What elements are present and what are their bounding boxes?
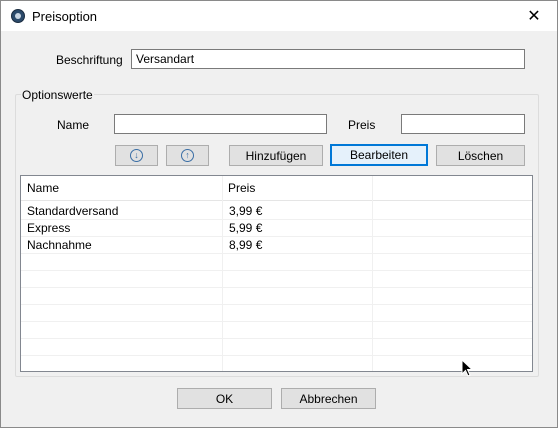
arrow-up-circle-icon: ↑ — [181, 149, 194, 162]
window-title: Preisoption — [32, 9, 98, 24]
cell-preis: 8,99 € — [229, 238, 263, 252]
edit-button[interactable]: Bearbeiten — [330, 144, 428, 166]
close-button[interactable]: ✕ — [511, 1, 557, 31]
empty-row — [21, 288, 532, 305]
empty-row — [21, 271, 532, 288]
name-input[interactable] — [114, 114, 327, 134]
move-down-button[interactable]: ↓ — [115, 145, 158, 166]
column-header-name[interactable]: Name — [21, 176, 222, 200]
arrow-down-circle-icon: ↓ — [130, 149, 143, 162]
ok-button[interactable]: OK — [177, 388, 272, 409]
add-button[interactable]: Hinzufügen — [229, 145, 323, 166]
column-header-preis[interactable]: Preis — [222, 176, 372, 200]
table-row[interactable]: Nachnahme 8,99 € — [21, 237, 532, 254]
preis-label: Preis — [348, 118, 376, 132]
beschriftung-input[interactable] — [131, 49, 525, 69]
table-row[interactable]: Express 5,99 € — [21, 220, 532, 237]
dialog-window: Preisoption ✕ Beschriftung Optionswerte … — [0, 0, 558, 428]
move-up-button[interactable]: ↑ — [166, 145, 209, 166]
cell-name: Express — [27, 221, 71, 235]
title-bar: Preisoption ✕ — [1, 1, 557, 31]
cell-preis: 5,99 € — [229, 221, 263, 235]
cancel-button[interactable]: Abbrechen — [281, 388, 376, 409]
cell-name: Nachnahme — [27, 238, 92, 252]
preis-input[interactable] — [401, 114, 525, 134]
empty-row — [21, 356, 532, 371]
empty-row — [21, 339, 532, 356]
empty-row — [21, 254, 532, 271]
table-row[interactable]: Standardversand 3,99 € — [21, 203, 532, 220]
cell-preis: 3,99 € — [229, 204, 263, 218]
cell-name: Standardversand — [27, 204, 119, 218]
list-header: Name Preis — [21, 176, 532, 201]
app-icon — [11, 9, 25, 23]
optionswerte-group-title: Optionswerte — [21, 88, 94, 102]
name-label: Name — [57, 118, 90, 132]
delete-button[interactable]: Löschen — [436, 145, 525, 166]
empty-row — [21, 322, 532, 339]
beschriftung-label: Beschriftung — [56, 53, 123, 67]
empty-row — [21, 305, 532, 322]
option-values-list[interactable]: Name Preis Standardversand 3,99 € Expres… — [20, 175, 533, 372]
close-icon: ✕ — [527, 8, 541, 25]
